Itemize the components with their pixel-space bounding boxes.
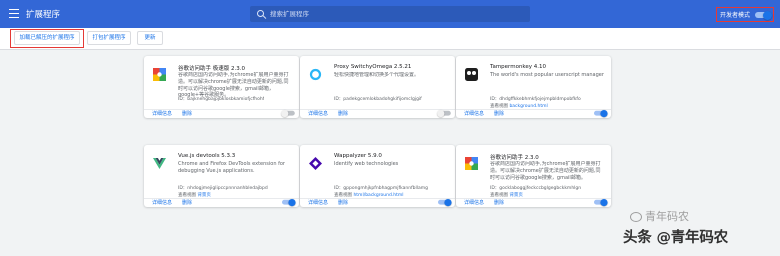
watermark-text: 青年码农 [645, 210, 689, 223]
remove-button[interactable]: 删除 [338, 199, 348, 207]
dev-mode-toggle[interactable] [755, 10, 772, 20]
menu-icon[interactable] [9, 9, 19, 18]
dev-mode-highlight: 开发者模式 [716, 7, 774, 22]
id-value: gppongmhjkpfnbhagpmjfkannfbllamg [343, 186, 429, 191]
extension-toggle[interactable] [438, 198, 452, 206]
extension-card: Wappalyzer 5.9.0 Identify web technologie… [300, 145, 455, 207]
extension-name: Proxy SwitchyOmega 2.5.21 [334, 64, 412, 70]
extension-name: 谷歌访问助手 2.3.0 [490, 155, 539, 161]
wappalyzer-icon [309, 155, 322, 170]
extension-toggle[interactable] [437, 109, 451, 117]
details-button[interactable]: 详细信息 [152, 110, 172, 118]
extension-name: Wappalyzer 5.9.0 [334, 153, 382, 159]
tampermonkey-icon [465, 66, 478, 81]
extension-id: ID：bajknehgbajpjbklosbkamiofjcfhohf [178, 96, 264, 102]
extension-toggle[interactable] [594, 109, 608, 117]
search-icon [257, 10, 264, 17]
toolbar: 加载已解压的扩展程序 打包扩展程序 更新 [0, 28, 780, 50]
id-prefix: ID： [490, 186, 500, 191]
page-title: 扩展程序 [26, 10, 61, 20]
remove-button[interactable]: 删除 [182, 199, 192, 207]
puzzle-icon [153, 66, 166, 81]
remove-button[interactable]: 删除 [182, 110, 192, 118]
remove-button[interactable]: 删除 [494, 110, 504, 118]
id-value: bajknehgbajpjbklosbkamiofjcfhohf [187, 97, 265, 102]
id-value: nhdogjmejiglipccpnnnanhbledajbpd [187, 186, 268, 191]
extension-card: Proxy SwitchyOmega 2.5.21 轻松快捷地管理和切换多个代理设… [300, 56, 455, 118]
extension-id: ID：gppongmhjkpfnbhagpmjfkannfbllamg [334, 185, 428, 191]
extension-toggle[interactable] [281, 109, 295, 117]
extension-description: 谷歌商店国内访问助手,为chrome扩展用户量身打造。可以解决chrome扩展无… [490, 161, 601, 181]
search-input[interactable] [270, 6, 520, 22]
vue-icon [153, 155, 166, 169]
details-button[interactable]: 详细信息 [464, 110, 484, 118]
details-button[interactable]: 详细信息 [464, 199, 484, 207]
extension-id: ID：dhdgffkkebhmkfjojejmpbldmpobfkfo [490, 96, 581, 102]
id-prefix: ID： [334, 186, 344, 191]
extension-name: 谷歌访问助手 极速版 2.3.0 [178, 66, 245, 72]
extension-id: ID：gocklaboggjfeckccbglgegbckkmhlgn [490, 185, 581, 191]
dev-mode-label: 开发者模式 [720, 12, 751, 19]
puzzle-icon [465, 155, 478, 170]
extension-card: Vue.js devtools 5.3.3 Chrome and Firefox … [144, 145, 299, 207]
app-header: 扩展程序 开发者模式 [0, 0, 780, 28]
search-box[interactable] [250, 6, 530, 22]
id-prefix: ID： [490, 97, 500, 102]
extension-id: ID：nhdogjmejiglipccpnnnanhbledajbpd [178, 185, 268, 191]
details-button[interactable]: 详细信息 [308, 110, 328, 118]
ring-icon [309, 66, 322, 81]
extension-name: Tampermonkey 4.10 [490, 64, 547, 70]
extension-description: 轻松快捷地管理和切换多个代理设置。 [334, 72, 420, 78]
id-prefix: ID： [334, 97, 344, 102]
extension-toggle[interactable] [594, 198, 608, 206]
details-button[interactable]: 详细信息 [152, 199, 172, 207]
pack-extension-button[interactable]: 打包扩展程序 [87, 31, 131, 45]
id-prefix: ID： [178, 186, 188, 191]
extension-description: Identify web technologies [334, 161, 399, 167]
extension-toggle[interactable] [282, 198, 296, 206]
id-prefix: ID： [178, 97, 188, 102]
id-value: dhdgffkkebhmkfjojejmpbldmpobfkfo [499, 97, 581, 102]
extension-card: 谷歌访问助手 2.3.0 谷歌商店国内访问助手,为chrome扩展用户量身打造。可… [456, 145, 611, 207]
extension-card: 谷歌访问助手 极速版 2.3.0 谷歌商店国内访问助手,为chrome扩展用户量身… [144, 56, 299, 118]
id-value: gocklaboggjfeckccbglgegbckkmhlgn [499, 186, 582, 191]
extension-id: ID：padekgcemlokbadohgkifijomclgjgif [334, 96, 422, 102]
watermark: 青年码农 [630, 208, 689, 224]
wechat-icon [630, 212, 642, 222]
remove-button[interactable]: 删除 [494, 199, 504, 207]
extension-card: Tampermonkey 4.10 The world's most popula… [456, 56, 611, 118]
extension-description: Chrome and Firefox DevTools extension fo… [178, 161, 285, 174]
load-unpacked-highlight [10, 29, 84, 48]
update-button[interactable]: 更新 [137, 31, 163, 45]
details-button[interactable]: 详细信息 [308, 199, 328, 207]
footer-text: 头条 @青年码农 [623, 230, 728, 246]
remove-button[interactable]: 删除 [338, 110, 348, 118]
id-value: padekgcemlokbadohgkifijomclgjgif [343, 97, 422, 102]
extension-description: The world's most popular userscript mana… [490, 72, 604, 78]
extension-name: Vue.js devtools 5.3.3 [178, 153, 236, 159]
